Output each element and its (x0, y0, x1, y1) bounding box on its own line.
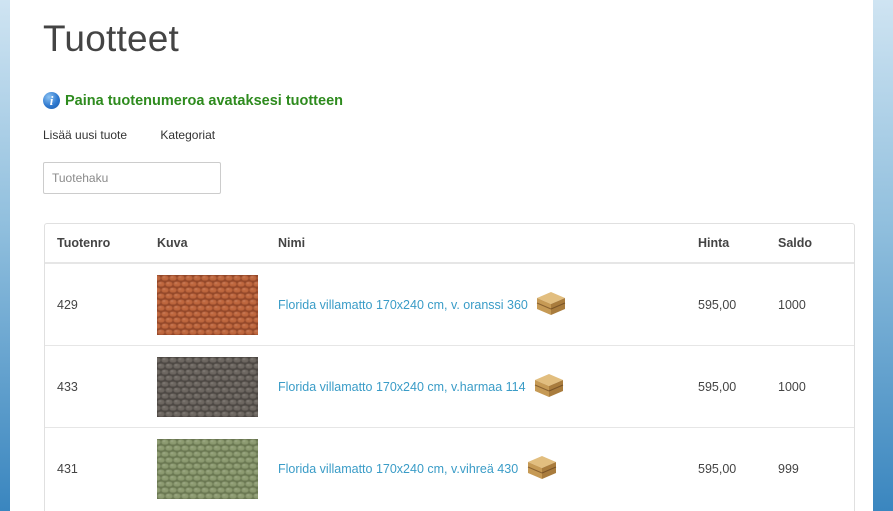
header-image: Kuva (145, 224, 266, 264)
product-name-link[interactable]: Florida villamatto 170x240 cm, v.vihreä … (278, 462, 518, 476)
product-number[interactable]: 429 (45, 263, 145, 346)
product-price: 595,00 (686, 427, 766, 509)
page-title: Tuotteet (43, 18, 179, 59)
add-product-link[interactable]: Lisää uusi tuote (43, 128, 127, 142)
product-thumbnail[interactable] (157, 356, 258, 417)
categories-link[interactable]: Kategoriat (160, 128, 215, 142)
info-icon: i (43, 92, 60, 109)
action-links: Lisää uusi tuote Kategoriat (43, 128, 245, 142)
product-price: 595,00 (686, 345, 766, 428)
table-row: 431 Florida villamatto 170x240 cm, v.vih… (45, 427, 854, 509)
table-row: 429 Florida villamatto 170x240 cm, v. or… (45, 263, 854, 346)
table-row: 433 Florida villamatto 170x240 cm, v.har… (45, 345, 854, 428)
table-header-row: Tuotenro Kuva Nimi Hinta Saldo (45, 224, 854, 264)
product-thumbnail[interactable] (157, 274, 258, 335)
box-icon (537, 291, 566, 315)
main-content: Tuotteet i Paina tuotenumeroa avataksesi… (10, 0, 873, 511)
header-stock: Saldo (766, 224, 854, 264)
header-name: Nimi (266, 224, 686, 264)
product-search-input[interactable] (43, 162, 221, 194)
product-number[interactable]: 433 (45, 345, 145, 428)
products-table: Tuotenro Kuva Nimi Hinta Saldo 429 Flori… (44, 223, 855, 511)
product-price: 595,00 (698, 297, 737, 312)
info-message: i Paina tuotenumeroa avataksesi tuotteen (43, 92, 343, 109)
header-number: Tuotenro (45, 224, 145, 264)
info-message-text: Paina tuotenumeroa avataksesi tuotteen (65, 92, 343, 109)
product-number[interactable]: 431 (45, 427, 145, 509)
product-stock: 1000 (766, 345, 854, 428)
product-stock: 1000 (778, 297, 806, 312)
header-price: Hinta (686, 224, 766, 264)
product-thumbnail[interactable] (157, 438, 258, 499)
product-stock: 999 (766, 427, 854, 509)
box-icon (527, 455, 556, 479)
box-icon (534, 373, 564, 397)
product-name-link[interactable]: Florida villamatto 170x240 cm, v. oranss… (278, 298, 528, 312)
product-name-link[interactable]: Florida villamatto 170x240 cm, v.harmaa … (278, 380, 526, 394)
